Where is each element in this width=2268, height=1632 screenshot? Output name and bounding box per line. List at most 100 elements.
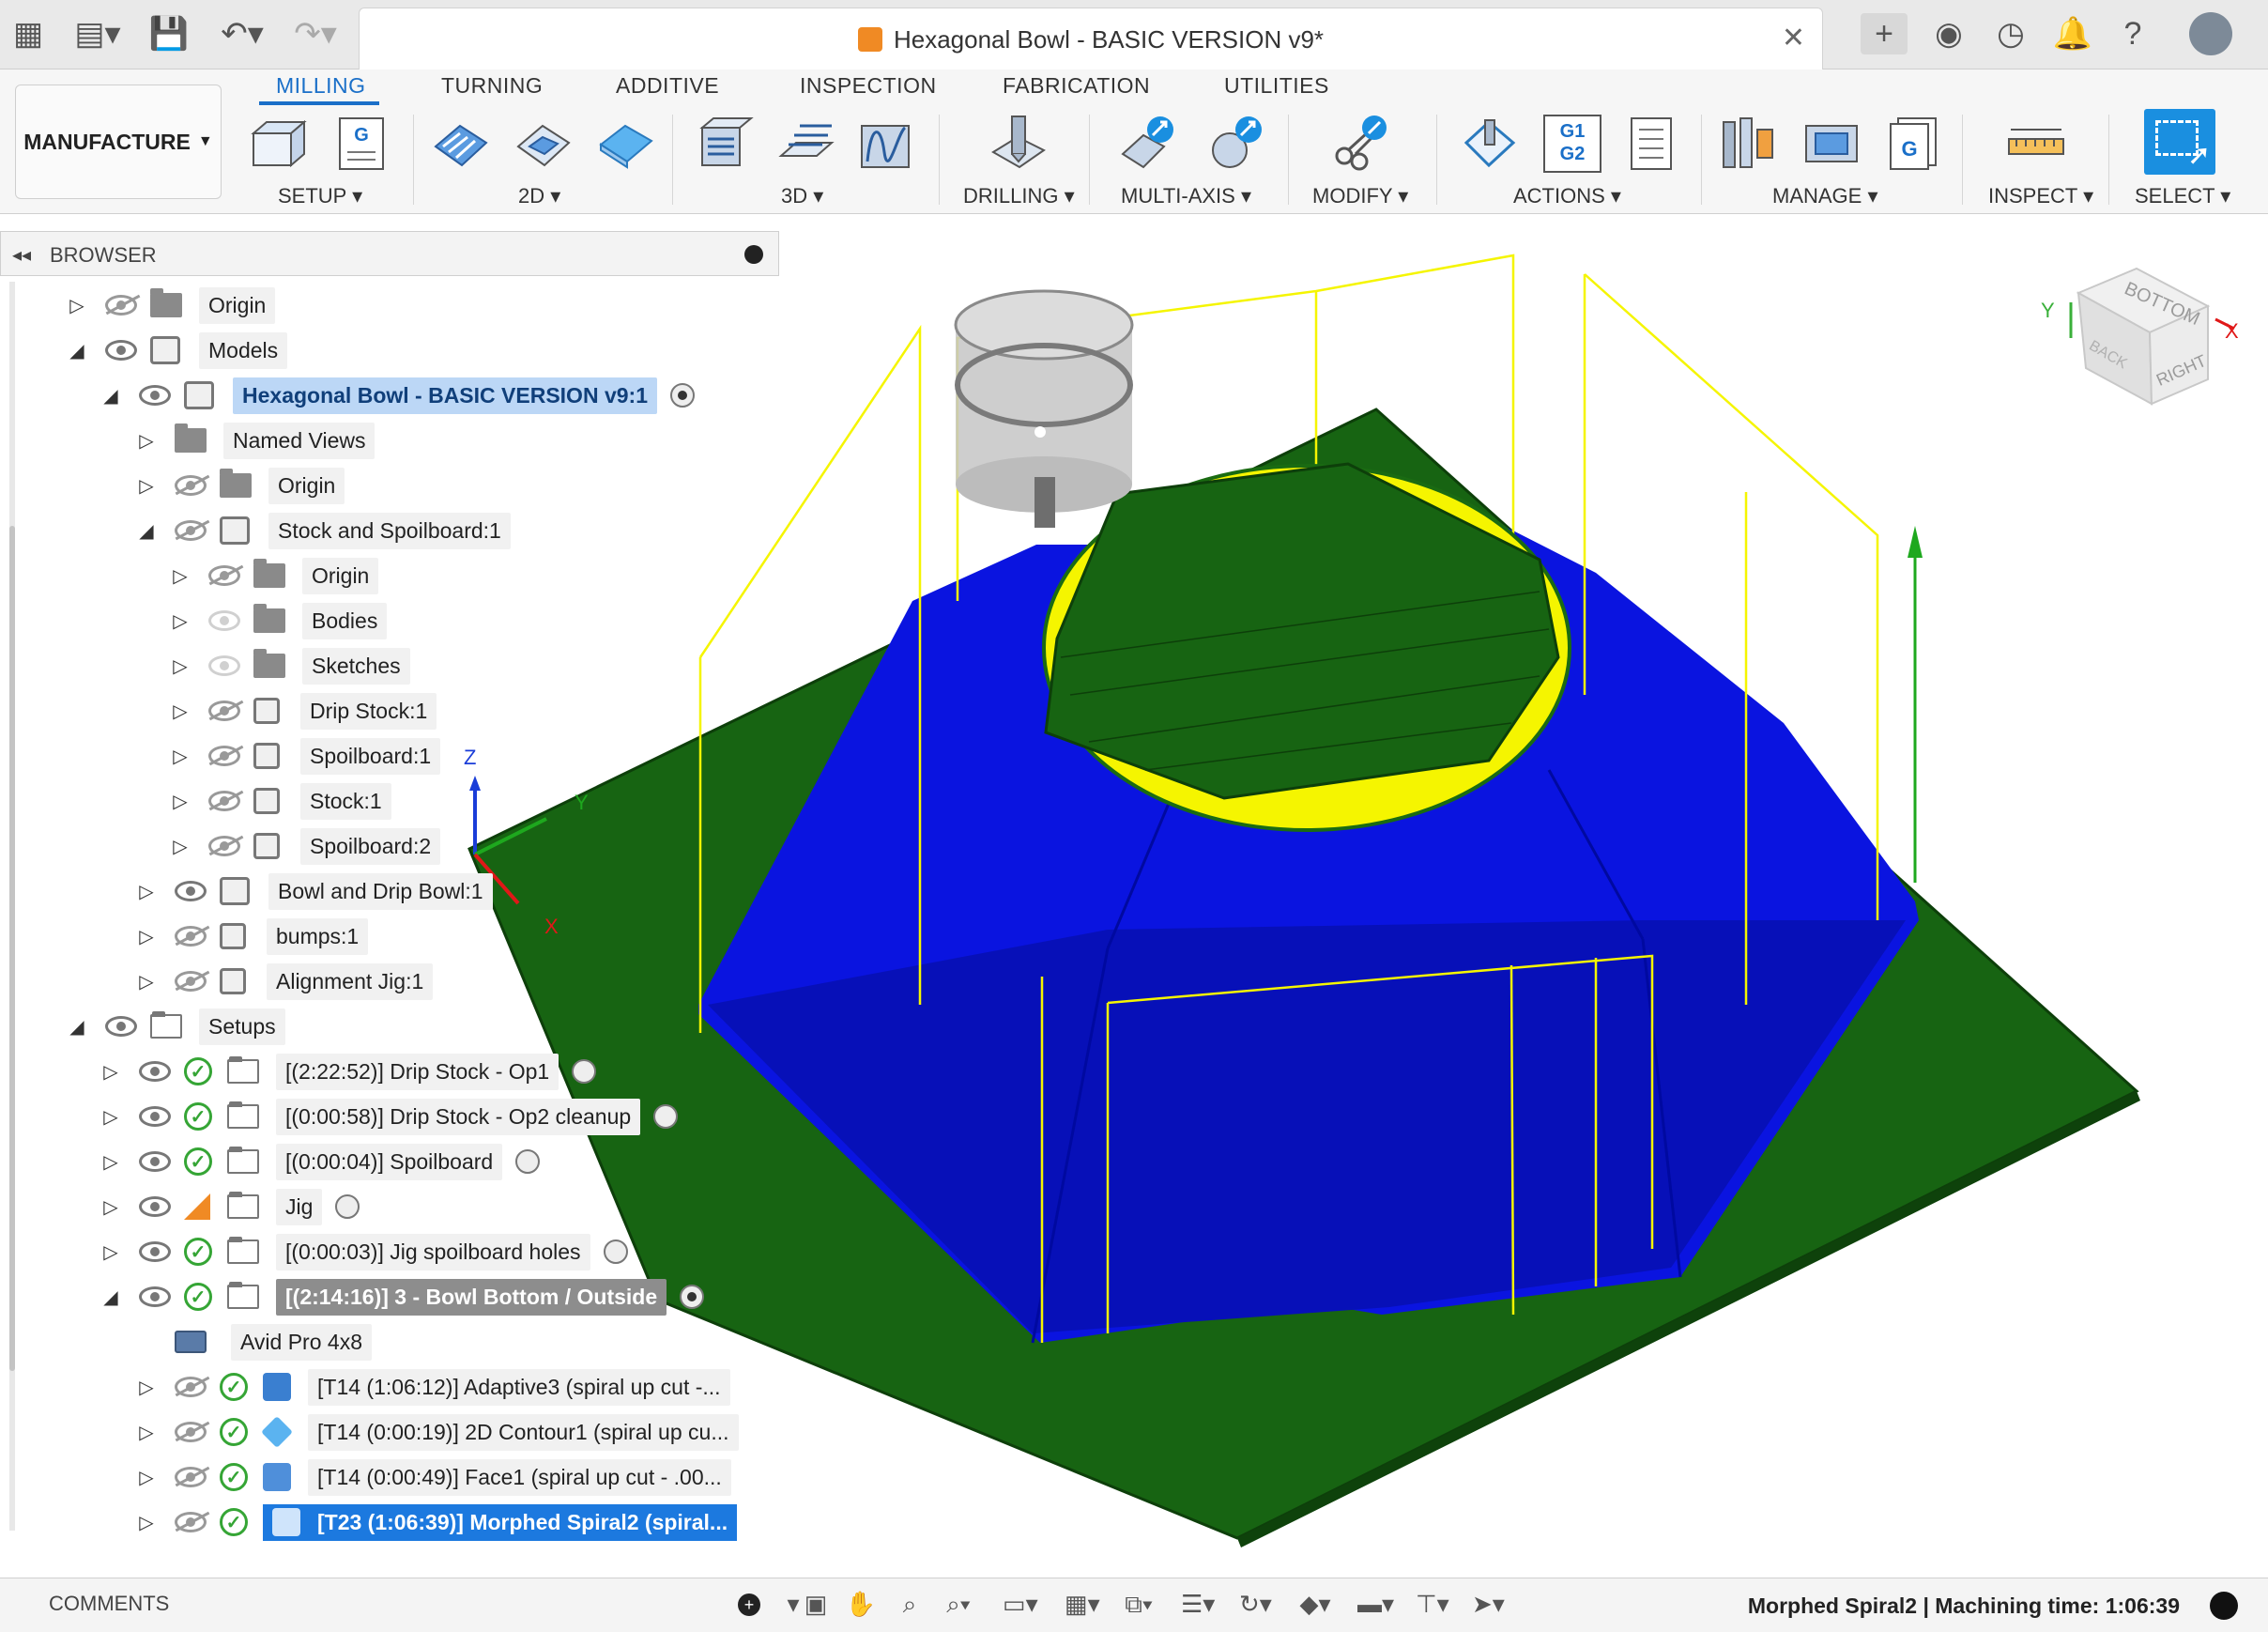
help-icon[interactable]: ? bbox=[2114, 13, 2152, 54]
tree-item-machine[interactable]: Avid Pro 4x8 bbox=[175, 1320, 372, 1363]
expand-arrow-icon[interactable]: ▷ bbox=[167, 700, 193, 723]
tree-item-setup-drip-op2[interactable]: ▷ ✓ [(0:00:58)] Drip Stock - Op2 cleanup bbox=[98, 1095, 679, 1138]
tree-item-setup-drip-op1[interactable]: ▷ ✓ [(2:22:52)] Drip Stock - Op1 bbox=[98, 1050, 597, 1093]
rotate-icon[interactable]: ↻▾ bbox=[1239, 1590, 1272, 1620]
tree-item-op-2d-contour1[interactable]: ▷ ✓ [T14 (0:00:19)] 2D Contour1 (spiral u… bbox=[133, 1410, 739, 1454]
tree-item-setups[interactable]: ◢ Setups bbox=[64, 1005, 285, 1048]
visibility-icon[interactable] bbox=[175, 520, 207, 541]
tool-library-icon[interactable] bbox=[1720, 115, 1778, 173]
tree-item-op-morphed-spiral2[interactable]: ▷ ✓ [T23 (1:06:39)] Morphed Spiral2 (spir… bbox=[133, 1501, 738, 1544]
setup-sheet-icon[interactable] bbox=[1622, 115, 1680, 173]
avatar[interactable] bbox=[2187, 12, 2234, 55]
visibility-icon[interactable] bbox=[175, 971, 207, 992]
visibility-icon[interactable] bbox=[208, 836, 240, 856]
close-tab-icon[interactable]: ✕ bbox=[1782, 22, 1805, 54]
visibility-icon[interactable] bbox=[105, 295, 137, 316]
expand-arrow-icon[interactable]: ▷ bbox=[167, 745, 193, 768]
zoom-window-icon[interactable]: ⌕▾ bbox=[942, 1590, 974, 1620]
post-process-icon[interactable]: G1 G2 bbox=[1543, 115, 1601, 173]
scissors-icon[interactable] bbox=[1331, 115, 1389, 173]
tree-item-origin[interactable]: ▷ Origin bbox=[64, 284, 276, 327]
tree-item-bowl-drip-bowl[interactable]: ▷ Bowl and Drip Bowl:1 bbox=[133, 870, 493, 913]
tab-turning[interactable]: TURNING bbox=[441, 73, 543, 99]
expand-arrow-icon[interactable]: ▷ bbox=[98, 1240, 124, 1264]
activate-radio[interactable] bbox=[603, 1239, 628, 1264]
swarf-icon[interactable] bbox=[1119, 115, 1177, 173]
tree-item-spoilboard-1[interactable]: ▷ Spoilboard:1 bbox=[167, 734, 441, 778]
tree-item-alignment-jig[interactable]: ▷ Alignment Jig:1 bbox=[133, 960, 434, 1003]
activate-radio[interactable] bbox=[653, 1104, 679, 1129]
tree-item-stock-spoilboard[interactable]: ◢ Stock and Spoilboard:1 bbox=[133, 509, 511, 552]
visibility-icon[interactable] bbox=[208, 565, 240, 586]
visibility-icon[interactable] bbox=[105, 340, 137, 361]
expand-arrow-icon[interactable]: ▷ bbox=[167, 790, 193, 813]
expand-arrow-icon[interactable]: ▷ bbox=[167, 609, 193, 633]
comments-panel-label[interactable]: COMMENTS bbox=[49, 1592, 169, 1616]
measure-icon[interactable] bbox=[2007, 115, 2065, 173]
new-setup-icon[interactable] bbox=[250, 115, 308, 173]
tree-item-drip-stock[interactable]: ▷ Drip Stock:1 bbox=[167, 689, 437, 732]
machine-display-icon[interactable]: ▬▾ bbox=[1357, 1590, 1394, 1620]
expand-arrow-icon[interactable]: ▷ bbox=[133, 1376, 160, 1399]
select-icon[interactable]: ➚ bbox=[2144, 109, 2215, 175]
expand-arrow-icon[interactable]: ▷ bbox=[133, 1421, 160, 1444]
tree-item-sketches[interactable]: ▷ Sketches bbox=[167, 644, 410, 687]
expand-arrow-icon[interactable]: ▷ bbox=[133, 474, 160, 498]
visibility-icon[interactable] bbox=[208, 791, 240, 811]
group-inspect[interactable]: INSPECT ▾ bbox=[1988, 184, 2093, 208]
visibility-icon[interactable] bbox=[175, 926, 207, 947]
tab-fabrication[interactable]: FABRICATION bbox=[1003, 73, 1150, 99]
visibility-icon[interactable] bbox=[175, 1467, 207, 1487]
visibility-icon[interactable] bbox=[139, 1196, 171, 1217]
expand-arrow-icon[interactable]: ▷ bbox=[98, 1195, 124, 1219]
rotary-icon[interactable] bbox=[1207, 115, 1265, 173]
expand-arrow-icon[interactable]: ▷ bbox=[133, 925, 160, 948]
activate-radio[interactable] bbox=[669, 383, 695, 408]
activate-radio[interactable] bbox=[515, 1149, 541, 1174]
collapse-arrow-icon[interactable]: ◢ bbox=[133, 519, 160, 543]
app-grid-icon[interactable]: ▦ bbox=[9, 13, 47, 54]
group-multi-axis[interactable]: MULTI-AXIS ▾ bbox=[1121, 184, 1251, 208]
visibility-icon[interactable] bbox=[139, 1241, 171, 1262]
layers-icon[interactable]: ☰▾ bbox=[1181, 1590, 1215, 1620]
group-manage[interactable]: MANAGE ▾ bbox=[1772, 184, 1878, 208]
visibility-icon[interactable] bbox=[139, 1151, 171, 1172]
expand-arrow-icon[interactable]: ▷ bbox=[98, 1105, 124, 1129]
workspace-switcher[interactable]: MANUFACTURE ▼ bbox=[15, 85, 222, 199]
visibility-icon[interactable] bbox=[139, 1106, 171, 1127]
tree-item-stock[interactable]: ▷ Stock:1 bbox=[167, 779, 391, 823]
collapse-browser-icon[interactable]: ◂◂ bbox=[12, 243, 31, 267]
expand-arrow-icon[interactable]: ▷ bbox=[133, 1466, 160, 1489]
visibility-icon[interactable] bbox=[175, 881, 207, 901]
visibility-icon[interactable] bbox=[139, 1286, 171, 1307]
tree-item-bumps[interactable]: ▷ bumps:1 bbox=[133, 915, 369, 958]
group-actions[interactable]: ACTIONS ▾ bbox=[1513, 184, 1621, 208]
tree-item-spoilboard-2[interactable]: ▷ Spoilboard:2 bbox=[167, 824, 441, 868]
job-status-icon[interactable]: ◷ bbox=[1992, 13, 2030, 54]
save-icon[interactable]: 💾 bbox=[149, 13, 189, 54]
visibility-icon[interactable] bbox=[208, 610, 240, 631]
extensions-icon[interactable]: ◉ bbox=[1930, 13, 1968, 54]
capture-icon[interactable]: ▣ bbox=[800, 1590, 832, 1620]
nc-program-icon[interactable]: G bbox=[332, 115, 391, 173]
face-icon[interactable] bbox=[597, 115, 655, 173]
redo-icon[interactable]: ↷▾ bbox=[287, 13, 344, 54]
visibility-icon[interactable] bbox=[175, 1512, 207, 1532]
visibility-icon[interactable] bbox=[208, 746, 240, 766]
activate-radio[interactable] bbox=[335, 1194, 360, 1219]
3d-adaptive-icon[interactable] bbox=[697, 115, 755, 173]
visibility-icon[interactable] bbox=[175, 475, 207, 496]
collapse-arrow-icon[interactable]: ◢ bbox=[64, 1015, 90, 1039]
group-setup[interactable]: SETUP ▾ bbox=[278, 184, 362, 208]
drill-icon[interactable] bbox=[989, 115, 1048, 173]
tree-item-origin-3[interactable]: ▷ Origin bbox=[167, 554, 379, 597]
pan-icon[interactable]: ✋ bbox=[845, 1590, 877, 1620]
group-select[interactable]: SELECT ▾ bbox=[2135, 184, 2230, 208]
post-library-icon[interactable]: G bbox=[1885, 115, 1943, 173]
notifications-icon[interactable]: 🔔 bbox=[2053, 13, 2092, 54]
document-tab[interactable]: Hexagonal Bowl - BASIC VERSION v9* ✕ bbox=[359, 8, 1823, 69]
status-indicator-icon[interactable] bbox=[2210, 1592, 2238, 1620]
tree-item-hexagonal-bowl[interactable]: ◢ Hexagonal Bowl - BASIC VERSION v9:1 bbox=[98, 374, 695, 417]
visibility-icon[interactable] bbox=[139, 1061, 171, 1082]
file-menu-icon[interactable]: ▤▾ bbox=[71, 13, 124, 54]
